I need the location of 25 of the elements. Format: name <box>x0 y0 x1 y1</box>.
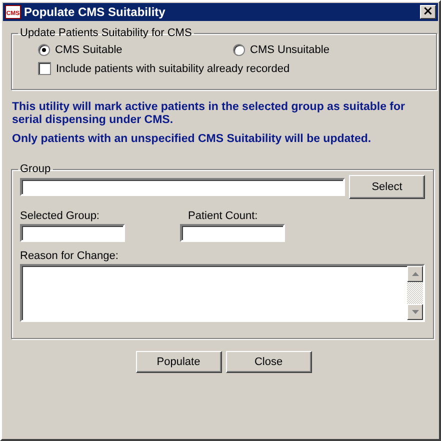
field-label: Patient Count: <box>187 210 259 222</box>
select-button[interactable]: Select <box>349 175 425 199</box>
dialog-button[interactable]: Close <box>226 351 312 373</box>
field-label: Selected Group: <box>20 210 100 222</box>
radio-label: CMS Suitable <box>55 44 122 56</box>
scrollbar[interactable] <box>407 266 423 320</box>
scroll-up-icon[interactable] <box>412 272 418 276</box>
group-legend: Group <box>18 163 53 175</box>
scroll-down-icon[interactable] <box>412 310 418 314</box>
info-text: Only patients with an unspecified CMS Suitability will be updated. <box>12 133 372 146</box>
patient-count-field[interactable] <box>180 224 285 242</box>
radio-label: CMS Unsuitable <box>250 44 330 56</box>
close-button[interactable]: × <box>420 5 436 19</box>
dialog-button[interactable]: Populate <box>136 351 222 373</box>
checkbox[interactable] <box>38 62 51 75</box>
field-label: Reason for Change: <box>20 250 118 262</box>
window-title: Populate CMS Suitability <box>24 5 166 19</box>
selected-group-field[interactable] <box>20 224 125 242</box>
reason-textarea[interactable] <box>20 264 425 322</box>
checkbox-label: Include patients with suitability already recorded <box>56 62 290 74</box>
group-legend: Update Patients Suitability for CMS <box>18 27 194 39</box>
info-text: This utility will mark active patients in the selected group as suitable for serial dispensing under CMS. <box>12 101 406 127</box>
radio-button[interactable] <box>233 44 245 56</box>
group-field[interactable] <box>20 178 345 196</box>
radio-button[interactable] <box>38 44 50 56</box>
